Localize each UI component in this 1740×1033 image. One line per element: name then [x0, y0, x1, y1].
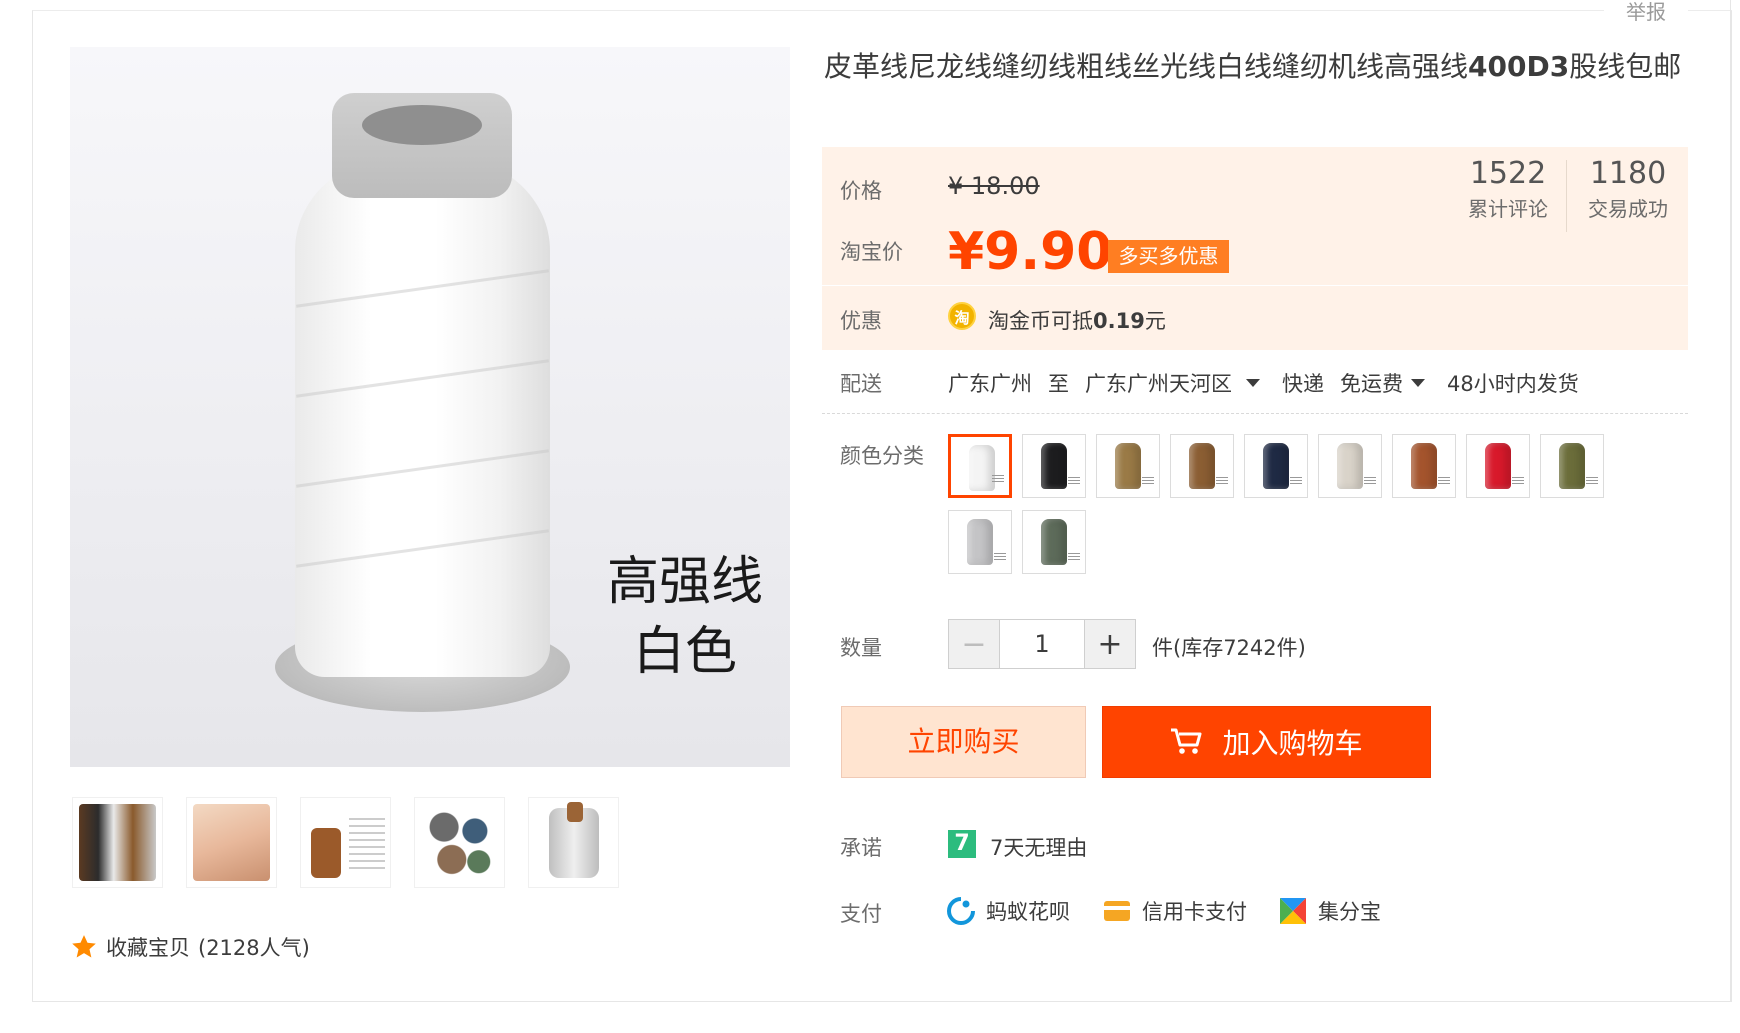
delivery-row: 广东广州 至 广东广州天河区 快递 免运费 48小时内发货	[948, 368, 1595, 398]
favorite-count: (2128人气)	[198, 936, 310, 960]
spool-body	[295, 157, 550, 677]
chevron-down-icon[interactable]	[1246, 379, 1260, 387]
review-count[interactable]: 1522 累计评论	[1458, 156, 1558, 226]
promise-label: 承诺	[840, 836, 882, 860]
color-swatch-silver[interactable]	[948, 510, 1012, 574]
thumbnail-strip	[72, 797, 619, 888]
delivery-from: 广东广州	[948, 372, 1032, 396]
thumbnail-1[interactable]	[72, 797, 163, 888]
delivery-method: 快递	[1282, 372, 1324, 396]
quantity-stepper: − 1 +	[948, 619, 1136, 669]
main-product-image[interactable]: 高强线 白色	[70, 47, 790, 767]
coupon-label: 优惠	[840, 309, 882, 333]
promo-tag[interactable]: 多买多优惠	[1108, 240, 1229, 273]
cart-icon	[1171, 728, 1202, 754]
color-swatch-beige[interactable]	[1318, 434, 1382, 498]
spool-thumbnail	[1041, 443, 1067, 489]
color-swatch-olive[interactable]	[1540, 434, 1604, 498]
jifenbao-icon	[1280, 898, 1306, 924]
seven-day-icon: 7	[948, 830, 976, 858]
buy-now-button[interactable]: 立即购买	[841, 706, 1086, 778]
delivery-fee[interactable]: 免运费	[1340, 368, 1403, 398]
delivery-to-word: 至	[1048, 372, 1069, 396]
payment-huabei[interactable]: 蚂蚁花呗	[946, 896, 1070, 926]
payment-credit-card[interactable]: 信用卡支付	[1102, 896, 1247, 926]
color-swatches	[948, 434, 1628, 574]
image-caption: 高强线 白色	[590, 547, 780, 687]
current-price: ¥9.90	[948, 222, 1113, 282]
star-icon	[72, 935, 96, 958]
original-price: ¥ 18.00	[948, 172, 1040, 200]
favorite-item[interactable]: 收藏宝贝 (2128人气)	[70, 932, 310, 962]
stock-text: 件(库存7242件)	[1152, 636, 1306, 660]
color-swatch-green-grey[interactable]	[1022, 510, 1086, 574]
color-swatch-khaki[interactable]	[1096, 434, 1160, 498]
label-text-mark	[1586, 477, 1598, 485]
thumbnail-2[interactable]	[186, 797, 277, 888]
sales-count: 1180 交易成功	[1588, 156, 1668, 221]
spool-thumbnail	[967, 519, 993, 565]
divider	[822, 413, 1688, 414]
spool-thumbnail	[1559, 443, 1585, 489]
color-swatch-brown[interactable]	[1170, 434, 1234, 498]
spool-thumbnail	[1041, 519, 1067, 565]
label-text-mark	[1068, 477, 1080, 485]
label-text-mark	[1068, 553, 1080, 561]
label-text-mark	[992, 475, 1004, 483]
favorite-label: 收藏宝贝	[106, 936, 190, 960]
payment-jifenbao[interactable]: 集分宝	[1278, 896, 1381, 926]
taobao-price-label: 淘宝价	[840, 240, 903, 264]
stat-divider	[1566, 160, 1567, 232]
spool-thumbnail	[1189, 443, 1215, 489]
add-to-cart-label: 加入购物车	[1222, 727, 1363, 760]
taojinbi-icon: 淘	[948, 302, 976, 330]
color-swatch-black[interactable]	[1022, 434, 1086, 498]
color-swatch-rust[interactable]	[1392, 434, 1456, 498]
coupon-text: 淘金币可抵0.19元	[988, 309, 1166, 333]
price-label: 价格	[840, 179, 882, 203]
delivery-destination[interactable]: 广东广州天河区	[1085, 368, 1232, 398]
label-text-mark	[1142, 477, 1154, 485]
color-label: 颜色分类	[840, 444, 924, 468]
page-edge-line	[1730, 0, 1731, 1002]
color-swatch-red[interactable]	[1466, 434, 1530, 498]
label-text-mark	[1290, 477, 1302, 485]
huabei-icon	[947, 897, 975, 925]
image-caption-line2: 白色	[632, 622, 737, 682]
label-text-mark	[994, 553, 1006, 561]
chevron-down-icon[interactable]	[1411, 379, 1425, 387]
spool-thumbnail	[1485, 443, 1511, 489]
label-text-mark	[1512, 477, 1524, 485]
ship-time: 48小时内发货	[1447, 372, 1579, 396]
spool-hole	[362, 105, 482, 145]
label-text-mark	[1216, 477, 1228, 485]
credit-card-icon	[1104, 901, 1130, 921]
spool-thumbnail	[1411, 443, 1437, 489]
payment-label: 支付	[840, 902, 882, 926]
thumbnail-3[interactable]	[300, 797, 391, 888]
color-swatch-navy[interactable]	[1244, 434, 1308, 498]
quantity-label: 数量	[840, 636, 882, 660]
spool-thumbnail	[1337, 443, 1363, 489]
color-swatch-white[interactable]	[948, 434, 1012, 498]
decrease-button[interactable]: −	[949, 620, 999, 668]
spool-thumbnail	[969, 445, 995, 491]
increase-button[interactable]: +	[1085, 620, 1135, 668]
promise-text[interactable]: 7天无理由	[990, 832, 1087, 862]
product-title: 皮革线尼龙线缝纫线粗线丝光线白线缝纫机线高强线400D3股线包邮	[824, 50, 1682, 83]
quantity-input[interactable]: 1	[999, 620, 1085, 668]
image-caption-line1: 高强线	[606, 552, 763, 612]
label-text-mark	[1364, 477, 1376, 485]
spool-thumbnail	[1263, 443, 1289, 489]
thumbnail-5[interactable]	[528, 797, 619, 888]
add-to-cart-button[interactable]: 加入购物车	[1102, 706, 1431, 778]
spool-thumbnail	[1115, 443, 1141, 489]
report-link[interactable]: 举报	[1604, 0, 1688, 24]
label-text-mark	[1438, 477, 1450, 485]
thumbnail-4[interactable]	[414, 797, 505, 888]
delivery-label: 配送	[840, 372, 882, 396]
